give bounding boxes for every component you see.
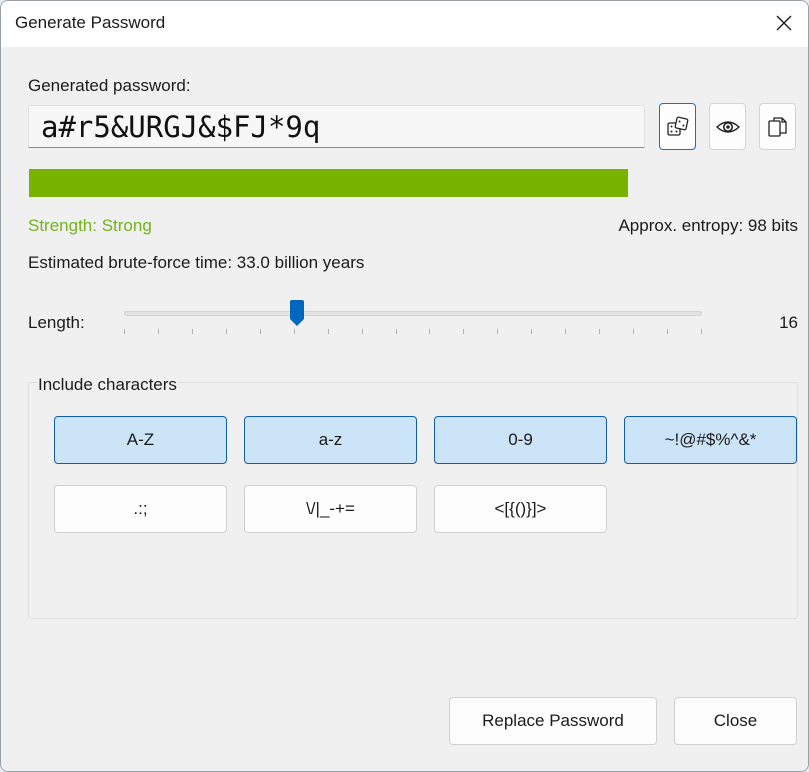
strength-label: Strength: Strong	[28, 216, 152, 235]
dialog-title: Generate Password	[15, 13, 166, 32]
slider-tick	[362, 329, 363, 334]
slider-tick	[260, 329, 261, 334]
slider-tick	[192, 329, 193, 334]
toggle-uppercase[interactable]: A-Z	[54, 416, 227, 464]
toggle-symbols[interactable]: ~!@#$%^&*	[624, 416, 797, 464]
slider-tick	[124, 329, 125, 334]
eye-icon	[715, 120, 740, 133]
entropy-label: Approx. entropy: 98 bits	[618, 216, 798, 235]
toggle-lowercase[interactable]: a-z	[244, 416, 417, 464]
slider-thumb-icon	[290, 300, 304, 326]
slider-tick	[531, 329, 532, 334]
slider-tick	[565, 329, 566, 334]
length-slider-ticks	[124, 329, 702, 335]
dialog-content: Generated password: a#r5&URGJ&$FJ*9q Str…	[1, 47, 808, 771]
title-bar: Generate Password	[1, 1, 808, 47]
toggle-dashes-slashes[interactable]: \/|_-+=	[244, 485, 417, 533]
slider-tick	[463, 329, 464, 334]
toggle-brackets[interactable]: <[{()}]>	[434, 485, 607, 533]
close-icon	[776, 15, 792, 31]
copy-icon	[767, 116, 787, 137]
slider-tick	[158, 329, 159, 334]
replace-password-button[interactable]: Replace Password	[449, 697, 657, 745]
slider-tick	[497, 329, 498, 334]
brute-force-label: Estimated brute-force time: 33.0 billion…	[28, 253, 365, 272]
generate-button[interactable]	[659, 103, 696, 150]
slider-tick	[396, 329, 397, 334]
length-slider-track[interactable]	[124, 311, 702, 316]
length-label: Length:	[28, 313, 85, 332]
password-field[interactable]: a#r5&URGJ&$FJ*9q	[28, 105, 645, 148]
toggle-digits[interactable]: 0-9	[434, 416, 607, 464]
slider-tick	[226, 329, 227, 334]
slider-tick	[633, 329, 634, 334]
length-value: 16	[779, 313, 798, 332]
slider-tick	[429, 329, 430, 334]
title-close-button[interactable]	[760, 1, 808, 45]
toggle-punctuation[interactable]: .:;	[54, 485, 227, 533]
slider-tick	[599, 329, 600, 334]
slider-tick	[328, 329, 329, 334]
show-password-button[interactable]	[709, 103, 746, 150]
copy-button[interactable]	[759, 103, 796, 150]
slider-tick	[701, 329, 702, 334]
length-slider-thumb[interactable]	[289, 300, 305, 327]
include-characters-title: Include characters	[37, 375, 178, 395]
slider-tick	[294, 329, 295, 334]
generate-password-dialog: Generate Password Generated password: a#…	[0, 0, 809, 772]
password-label: Generated password:	[28, 76, 191, 95]
strength-meter	[29, 169, 628, 197]
slider-tick	[667, 329, 668, 334]
strength-meter-fill	[29, 169, 628, 197]
dice-icon	[666, 116, 688, 136]
close-button[interactable]: Close	[674, 697, 797, 745]
